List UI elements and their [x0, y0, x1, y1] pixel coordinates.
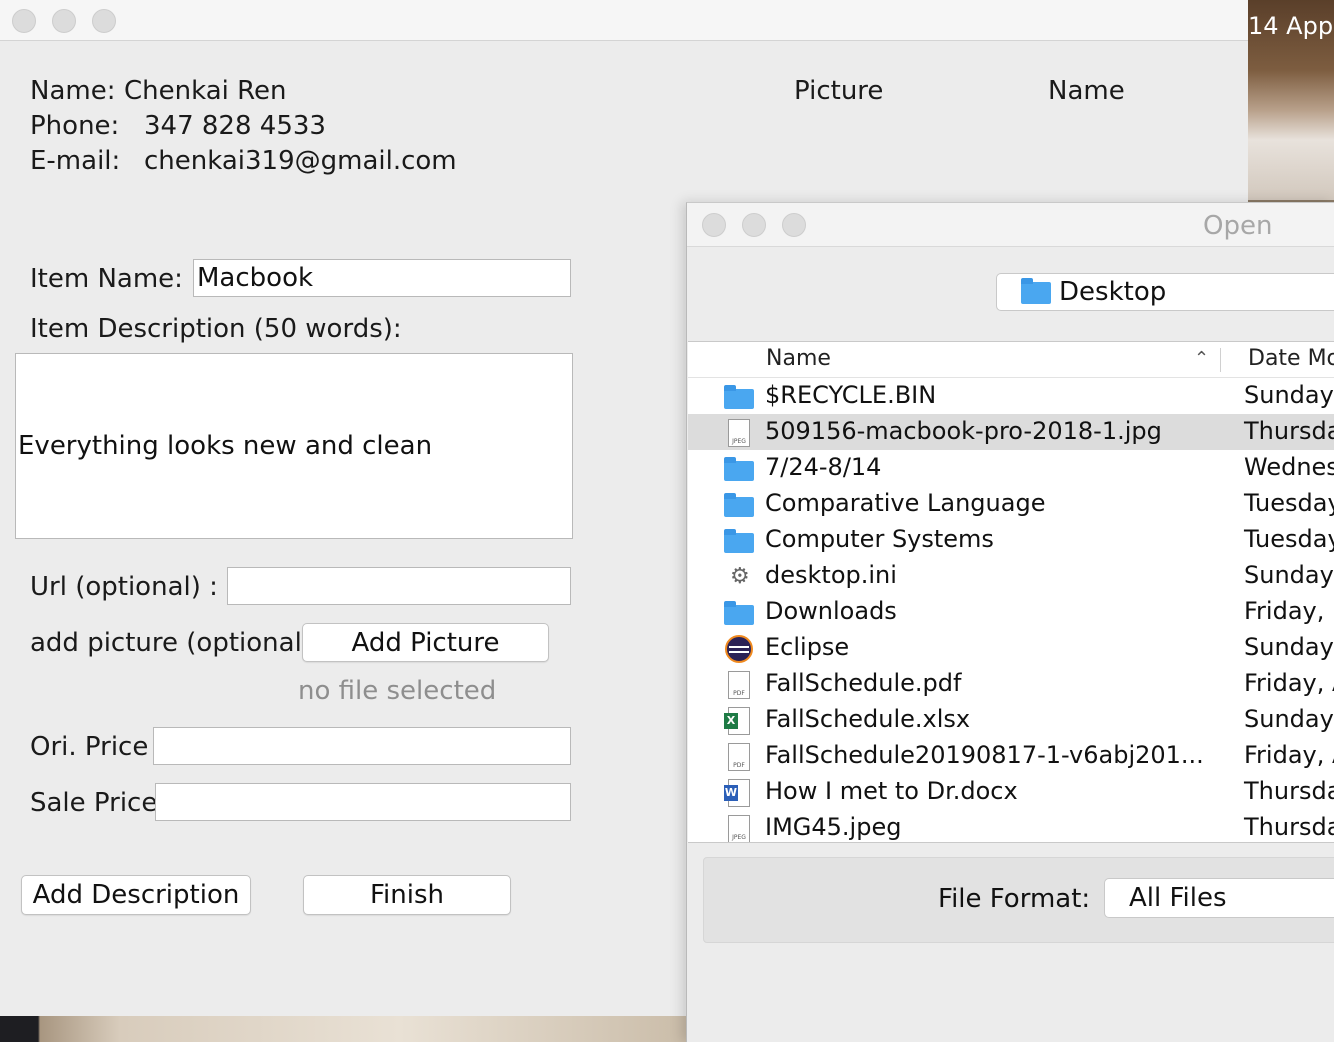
- folder-icon: [722, 491, 754, 519]
- excel-file-icon: X: [722, 707, 754, 735]
- file-date: Friday, A: [1244, 669, 1334, 697]
- dialog-title: Open: [1203, 211, 1273, 241]
- file-list-header: Name ⌃ Date Mo: [688, 342, 1334, 378]
- file-date: Tuesday: [1244, 489, 1334, 517]
- folder-icon: [722, 527, 754, 555]
- jpeg-file-icon: JPEG: [722, 815, 754, 842]
- sort-ascending-icon: ⌃: [1194, 348, 1210, 369]
- file-date: Sunday,: [1244, 705, 1334, 733]
- name-column-header-button[interactable]: Name: [766, 346, 831, 371]
- close-window-button[interactable]: [12, 9, 36, 33]
- sale-price-input[interactable]: [155, 783, 571, 821]
- zoom-window-button[interactable]: [92, 9, 116, 33]
- window-titlebar: [0, 0, 1248, 41]
- file-row[interactable]: Comparative Language Tuesday: [688, 486, 1334, 522]
- pdf-file-icon: PDF: [722, 743, 754, 771]
- location-dropdown[interactable]: Desktop: [996, 273, 1334, 311]
- file-row-selected[interactable]: JPEG 509156-macbook-pro-2018-1.jpg Thurs…: [688, 414, 1334, 450]
- picture-column-header: Picture: [794, 76, 884, 106]
- file-name: IMG45.jpeg: [765, 813, 902, 841]
- file-row[interactable]: PDF FallSchedule20190817-1-v6abj201... F…: [688, 738, 1334, 774]
- file-date: Thursda: [1244, 777, 1334, 805]
- file-date: Sunday,: [1244, 381, 1334, 409]
- file-name: 7/24-8/14: [765, 453, 882, 481]
- file-row[interactable]: JPEG IMG45.jpeg Thursda: [688, 810, 1334, 842]
- file-date: Thursda: [1244, 417, 1334, 445]
- file-name: How I met to Dr.docx: [765, 777, 1018, 805]
- file-name: Computer Systems: [765, 525, 994, 553]
- file-row[interactable]: Downloads Friday, I: [688, 594, 1334, 630]
- location-value: Desktop: [1059, 277, 1167, 307]
- column-divider: [1220, 348, 1221, 372]
- no-file-selected-text: no file selected: [298, 676, 497, 706]
- item-name-input[interactable]: [193, 259, 571, 297]
- dialog-zoom-button[interactable]: [782, 213, 806, 237]
- dialog-minimize-button[interactable]: [742, 213, 766, 237]
- folder-icon: [1021, 277, 1051, 304]
- name-label: Name:: [30, 76, 116, 106]
- file-date: Tuesday: [1244, 525, 1334, 553]
- background-caption: 14 Apple: [1248, 12, 1334, 40]
- file-row[interactable]: Eclipse Sunday,: [688, 630, 1334, 666]
- file-row[interactable]: X FallSchedule.xlsx Sunday,: [688, 702, 1334, 738]
- url-label: Url (optional) :: [30, 572, 218, 602]
- minimize-window-button[interactable]: [52, 9, 76, 33]
- add-picture-button[interactable]: Add Picture: [302, 623, 549, 662]
- pdf-file-icon: PDF: [722, 671, 754, 699]
- original-price-input[interactable]: [153, 727, 571, 765]
- url-input[interactable]: [227, 567, 571, 605]
- folder-icon: [722, 383, 754, 411]
- file-row[interactable]: ⚙ desktop.ini Sunday,: [688, 558, 1334, 594]
- file-name: desktop.ini: [765, 561, 897, 589]
- file-date: Sunday,: [1244, 633, 1334, 661]
- jpeg-file-icon: JPEG: [722, 419, 754, 447]
- word-file-icon: W: [722, 779, 754, 807]
- item-name-label: Item Name:: [30, 264, 183, 294]
- file-row[interactable]: Computer Systems Tuesday: [688, 522, 1334, 558]
- file-name: Comparative Language: [765, 489, 1046, 517]
- item-description-text: Everything looks new and clean: [18, 431, 433, 461]
- finish-button[interactable]: Finish: [303, 875, 511, 915]
- folder-icon: [722, 455, 754, 483]
- file-format-label: File Format:: [938, 884, 1091, 914]
- dialog-close-button[interactable]: [702, 213, 726, 237]
- phone-label: Phone:: [30, 111, 120, 141]
- name-column-header: Name: [1048, 76, 1125, 106]
- file-row[interactable]: 7/24-8/14 Wednes: [688, 450, 1334, 486]
- dialog-titlebar: Open: [687, 203, 1334, 247]
- file-date: Thursda: [1244, 813, 1334, 841]
- original-price-label: Ori. Price: [30, 732, 149, 762]
- add-description-button[interactable]: Add Description: [21, 875, 251, 915]
- file-date: Friday, A: [1244, 741, 1334, 769]
- file-row[interactable]: W How I met to Dr.docx Thursda: [688, 774, 1334, 810]
- file-date: Wednes: [1244, 453, 1334, 481]
- file-format-select[interactable]: All Files: [1104, 878, 1334, 918]
- file-name: Downloads: [765, 597, 897, 625]
- file-name: FallSchedule20190817-1-v6abj201...: [765, 741, 1204, 769]
- email-value: chenkai319@gmail.com: [144, 146, 457, 176]
- file-name: Eclipse: [765, 633, 850, 661]
- phone-value: 347 828 4533: [144, 111, 326, 141]
- file-date: Sunday,: [1244, 561, 1334, 589]
- item-description-label: Item Description (50 words):: [30, 314, 402, 344]
- file-name: FallSchedule.xlsx: [765, 705, 971, 733]
- open-file-dialog: Open Desktop Name ⌃ Date Mo $RECYCLE.BIN…: [686, 202, 1334, 1042]
- email-label: E-mail:: [30, 146, 121, 176]
- date-column-header-button[interactable]: Date Mo: [1248, 346, 1334, 371]
- file-list[interactable]: Name ⌃ Date Mo $RECYCLE.BIN Sunday, JPEG…: [688, 341, 1334, 843]
- file-name: $RECYCLE.BIN: [765, 381, 937, 409]
- eclipse-icon: [722, 635, 754, 663]
- name-value: Chenkai Ren: [124, 76, 287, 106]
- file-date: Friday, I: [1244, 597, 1334, 625]
- file-name: 509156-macbook-pro-2018-1.jpg: [765, 417, 1162, 445]
- file-row[interactable]: PDF FallSchedule.pdf Friday, A: [688, 666, 1334, 702]
- folder-icon: [722, 599, 754, 627]
- gear-icon: ⚙: [730, 564, 750, 589]
- item-description-textarea[interactable]: Everything looks new and clean: [15, 353, 573, 539]
- add-picture-label: add picture (optional): [30, 628, 312, 658]
- file-row[interactable]: $RECYCLE.BIN Sunday,: [688, 378, 1334, 414]
- file-name: FallSchedule.pdf: [765, 669, 962, 697]
- file-format-panel: File Format: All Files: [703, 857, 1334, 943]
- sale-price-label: Sale Price: [30, 788, 158, 818]
